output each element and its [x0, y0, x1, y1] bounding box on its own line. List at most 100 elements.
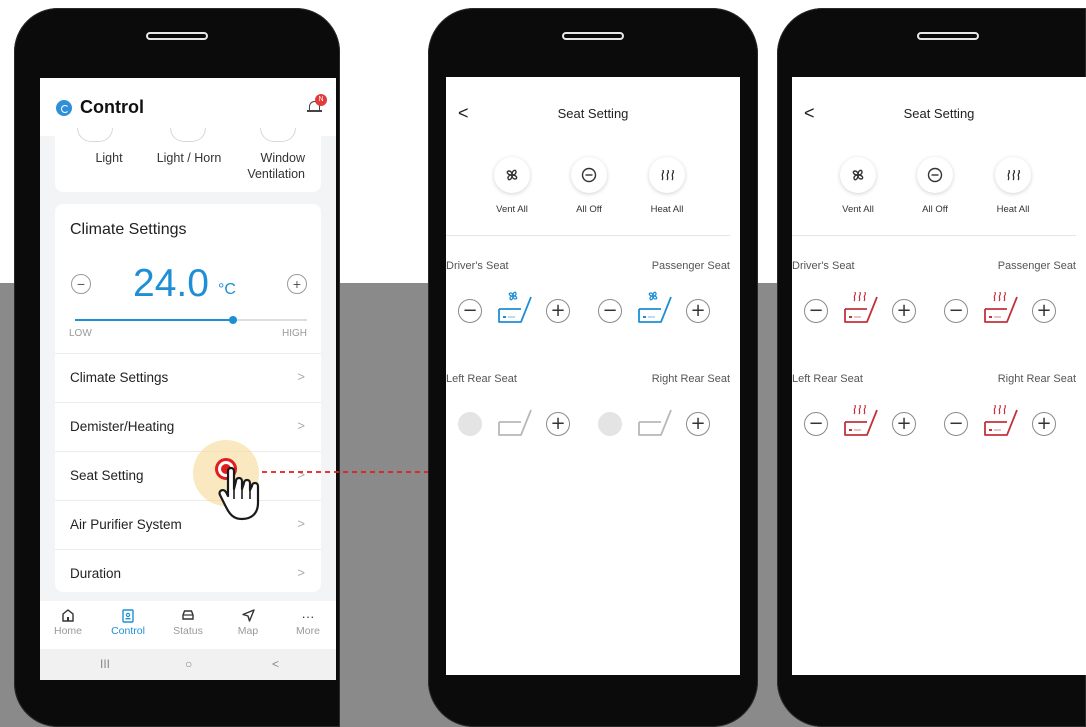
seat-increase-button[interactable]: +: [1032, 412, 1056, 436]
seat-decrease-button[interactable]: −: [598, 299, 622, 323]
tab-home[interactable]: Home: [40, 609, 96, 637]
phone-seat-vent-screen: < Seat Setting Vent All All Off Heat All Dr…: [428, 8, 758, 727]
power-off-icon: [926, 166, 944, 184]
home-button[interactable]: ○: [185, 657, 192, 671]
climate-card: Climate Settings − 24.0 °C + LOW HIGH Cl…: [55, 204, 321, 592]
tab-more[interactable]: ··· More: [280, 609, 336, 637]
seat-vent-icon: [494, 287, 534, 327]
seat-decrease-button[interactable]: −: [804, 299, 828, 323]
menu-item-air-purifier[interactable]: Air Purifier System >: [55, 500, 321, 549]
notification-bell-icon[interactable]: N: [307, 94, 327, 114]
vent-all-button[interactable]: [494, 157, 530, 193]
section-divider: [792, 235, 1076, 236]
seat-heat-icon: [840, 400, 880, 440]
seat-heat-icon: [980, 400, 1020, 440]
tab-label: Map: [237, 625, 259, 637]
system-nav-bar: III ○ <: [40, 649, 336, 680]
seat-increase-button[interactable]: +: [892, 412, 916, 436]
menu-item-label: Climate Settings: [70, 370, 169, 385]
menu-item-duration[interactable]: Duration >: [55, 549, 321, 598]
menu-item-label: Seat Setting: [70, 468, 144, 483]
menu-item-label: Demister/Heating: [70, 419, 175, 434]
seat-heat-icon: [980, 287, 1020, 327]
back-button[interactable]: <: [272, 657, 279, 671]
chevron-right-icon: >: [297, 418, 305, 433]
quick-action-label: Vent All: [842, 204, 874, 215]
quick-action-label: Heat All: [650, 204, 684, 215]
tab-label: Control: [111, 625, 145, 637]
feature-light[interactable]: Light: [81, 150, 137, 166]
menu-item-label: Air Purifier System: [70, 517, 182, 532]
navigation-icon: [220, 609, 276, 625]
page-title: Seat Setting: [557, 106, 629, 121]
light-horn-icon[interactable]: [170, 128, 206, 142]
seat-decrease-button[interactable]: −: [458, 412, 482, 436]
fan-icon: [849, 166, 867, 184]
seat-label-driver-s-seat: Driver's Seat: [446, 260, 509, 272]
seat-increase-button[interactable]: +: [546, 412, 570, 436]
window-ventilation-icon[interactable]: [260, 128, 296, 142]
temperature-slider-thumb[interactable]: [228, 316, 237, 324]
quick-action-label: All Off: [576, 204, 602, 215]
tab-status[interactable]: Status: [160, 609, 216, 637]
temperature-increase-button[interactable]: +: [287, 274, 307, 294]
vent-all-button[interactable]: [840, 157, 876, 193]
menu-item-climate-settings[interactable]: Climate Settings >: [55, 353, 321, 402]
quick-action-label: Heat All: [996, 204, 1030, 215]
feature-window-ventilation[interactable]: Window Ventilation: [235, 150, 321, 182]
phone-speaker: [916, 32, 979, 40]
heat-all-button[interactable]: [649, 157, 685, 193]
seat-setting-screen-heat: < Seat Setting Vent All All Off Heat All Dr…: [792, 77, 1086, 675]
phone-speaker: [146, 32, 208, 40]
feature-light-horn[interactable]: Light / Horn: [144, 150, 234, 166]
phone-speaker: [562, 32, 624, 40]
seat-increase-button[interactable]: +: [546, 299, 570, 323]
seat-label-left-rear-seat: Left Rear Seat: [792, 373, 863, 385]
seat-decrease-button[interactable]: −: [598, 412, 622, 436]
seat-heat-icon: [840, 287, 880, 327]
chevron-right-icon: >: [297, 516, 305, 531]
temperature-slider-fill: [75, 319, 233, 321]
tab-map[interactable]: Map: [220, 609, 276, 637]
seat-decrease-button[interactable]: −: [944, 299, 968, 323]
bottom-tab-bar: Home Control Status Map ··· More: [40, 601, 336, 649]
seat-label-driver-s-seat: Driver's Seat: [792, 260, 855, 272]
heat-icon: [1004, 166, 1022, 184]
page-title: Control: [80, 97, 144, 117]
heat-all-button[interactable]: [995, 157, 1031, 193]
chevron-right-icon: >: [297, 369, 305, 384]
temperature-decrease-button[interactable]: −: [71, 274, 91, 294]
seat-off-icon: [494, 400, 534, 440]
all-off-button[interactable]: [571, 157, 607, 193]
seat-decrease-button[interactable]: −: [804, 412, 828, 436]
seat-decrease-button[interactable]: −: [458, 299, 482, 323]
quick-action-label: All Off: [922, 204, 948, 215]
menu-item-demister-heating[interactable]: Demister/Heating >: [55, 402, 321, 451]
tab-control[interactable]: Control: [100, 609, 156, 637]
phone-seat-heat-screen: < Seat Setting Vent All All Off Heat All Dr…: [777, 8, 1086, 727]
seat-setting-screen-vent: < Seat Setting Vent All All Off Heat All Dr…: [446, 77, 740, 675]
climate-card-title: Climate Settings: [70, 221, 187, 238]
seat-increase-button[interactable]: +: [892, 299, 916, 323]
seat-increase-button[interactable]: +: [686, 299, 710, 323]
notification-badge: N: [315, 94, 327, 106]
seat-label-right-rear-seat: Right Rear Seat: [997, 373, 1076, 385]
home-icon: [40, 609, 96, 625]
menu-item-label: Duration: [70, 566, 122, 581]
recent-apps-button[interactable]: III: [100, 657, 110, 671]
light-icon[interactable]: [77, 128, 113, 142]
car-icon: [160, 609, 216, 625]
seat-increase-button[interactable]: +: [686, 412, 710, 436]
temperature-slider[interactable]: [75, 316, 307, 324]
app-logo-icon: [56, 100, 72, 116]
seat-decrease-button[interactable]: −: [944, 412, 968, 436]
all-off-button[interactable]: [917, 157, 953, 193]
chevron-right-icon: >: [297, 565, 305, 580]
more-icon: ···: [301, 609, 315, 624]
section-divider: [446, 235, 730, 236]
seat-label-left-rear-seat: Left Rear Seat: [446, 373, 517, 385]
seat-increase-button[interactable]: +: [1032, 299, 1056, 323]
fan-icon: [503, 166, 521, 184]
seat-vent-icon: [634, 287, 674, 327]
slider-low-label: LOW: [69, 328, 92, 339]
